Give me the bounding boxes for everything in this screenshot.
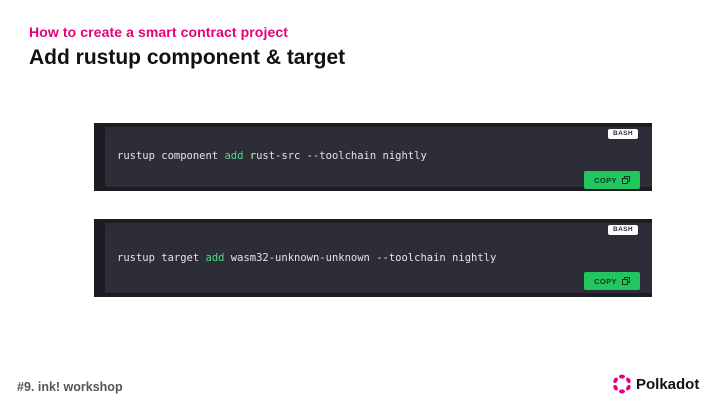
code-command[interactable]: rustup target add wasm32-unknown-unknown… xyxy=(117,252,496,264)
code-text: wasm32-unknown-unknown --toolchain night… xyxy=(224,252,497,264)
copy-button-label: COPY xyxy=(594,276,617,286)
code-text: rustup target xyxy=(117,252,206,264)
copy-button[interactable]: COPY xyxy=(584,171,640,189)
slide-subtitle: How to create a smart contract project xyxy=(29,24,288,40)
code-text: rustup component xyxy=(117,150,225,162)
code-text: rust-src --toolchain nightly xyxy=(243,150,427,162)
footer-workshop-label: #9. ink! workshop xyxy=(17,380,123,394)
language-badge: BASH xyxy=(607,129,638,139)
code-panel: BASH rustup component add rust-src --too… xyxy=(105,127,652,189)
copy-icon xyxy=(621,176,630,184)
code-keyword: add xyxy=(205,252,225,264)
code-command[interactable]: rustup component add rust-src --toolchai… xyxy=(117,150,427,162)
code-panel: BASH rustup target add wasm32-unknown-un… xyxy=(105,223,652,293)
copy-icon xyxy=(621,277,630,285)
code-block-component: BASH rustup component add rust-src --too… xyxy=(94,123,652,191)
brand: Polkadot xyxy=(612,374,699,394)
polkadot-logo-icon xyxy=(612,374,632,394)
language-badge: BASH xyxy=(607,225,638,235)
code-keyword: add xyxy=(224,150,244,162)
brand-name: Polkadot xyxy=(636,375,700,393)
copy-button-label: COPY xyxy=(594,175,617,185)
slide-title: Add rustup component & target xyxy=(29,46,346,69)
code-block-target: BASH rustup target add wasm32-unknown-un… xyxy=(94,219,652,297)
copy-button[interactable]: COPY xyxy=(584,272,640,290)
